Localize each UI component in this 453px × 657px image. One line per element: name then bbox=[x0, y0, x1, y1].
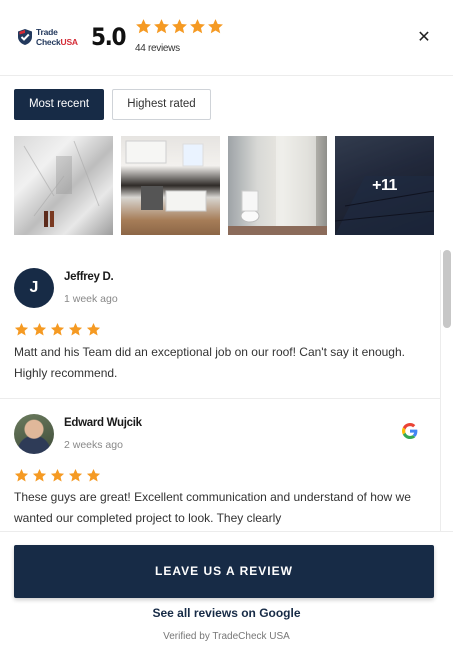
star-icon bbox=[208, 19, 223, 34]
avatar: J bbox=[14, 268, 54, 308]
review-card: J Jeffrey D. 1 week ago Matt and his Tea… bbox=[0, 250, 440, 399]
star-icon bbox=[68, 468, 83, 482]
leave-review-button[interactable]: LEAVE US A REVIEW bbox=[14, 545, 434, 598]
reviewer-name: Jeffrey D. bbox=[64, 271, 114, 283]
star-icon bbox=[50, 468, 65, 482]
review-count: 44 reviews bbox=[135, 43, 180, 54]
reviewer-name: Edward Wujcik bbox=[64, 417, 142, 429]
review-date: 1 week ago bbox=[64, 293, 118, 305]
shield-check-icon bbox=[18, 29, 32, 45]
review-card: Edward Wujcik 2 weeks ago These guys are… bbox=[0, 399, 440, 531]
star-icon bbox=[14, 322, 29, 336]
review-list[interactable]: J Jeffrey D. 1 week ago Matt and his Tea… bbox=[0, 250, 440, 531]
more-photos-count: +11 bbox=[372, 177, 397, 194]
review-photo-more[interactable]: +11 bbox=[335, 136, 434, 235]
star-icon bbox=[154, 19, 169, 34]
scrollbar-thumb[interactable] bbox=[443, 250, 451, 328]
tab-most-recent[interactable]: Most recent bbox=[14, 89, 104, 120]
rating-stars bbox=[135, 18, 224, 36]
google-icon bbox=[402, 423, 418, 439]
review-text: These guys are great! Excellent communic… bbox=[14, 490, 411, 525]
see-all-google-link[interactable]: See all reviews on Google bbox=[0, 606, 453, 620]
review-text: Matt and his Team did an exceptional job… bbox=[14, 345, 405, 380]
star-icon bbox=[50, 322, 65, 336]
star-icon bbox=[68, 322, 83, 336]
close-icon[interactable]: ✕ bbox=[414, 28, 434, 48]
avatar bbox=[14, 414, 54, 454]
star-icon bbox=[14, 468, 29, 482]
star-icon bbox=[86, 468, 101, 482]
star-icon bbox=[32, 322, 47, 336]
star-icon bbox=[136, 19, 151, 34]
verified-by-text: Verified by TradeCheck USA bbox=[163, 631, 290, 642]
star-icon bbox=[190, 19, 205, 34]
star-icon bbox=[32, 468, 47, 482]
logo-text: Trade CheckUSA bbox=[36, 27, 78, 47]
review-photo-bathroom[interactable] bbox=[228, 136, 327, 235]
star-icon bbox=[172, 19, 187, 34]
review-date: 2 weeks ago bbox=[64, 439, 123, 451]
review-stars bbox=[14, 468, 101, 483]
review-photo-kitchen[interactable] bbox=[121, 136, 220, 235]
tradecheck-logo: Trade CheckUSA bbox=[16, 27, 80, 49]
review-stars bbox=[14, 322, 101, 337]
star-icon bbox=[86, 322, 101, 336]
tab-highest-rated[interactable]: Highest rated bbox=[112, 89, 211, 120]
header: Trade CheckUSA 5.0 44 reviews ✕ bbox=[0, 0, 453, 76]
logo-line2: CheckUSA bbox=[36, 36, 78, 47]
average-rating: 5.0 bbox=[91, 23, 127, 51]
review-photo-shower[interactable] bbox=[14, 136, 113, 235]
